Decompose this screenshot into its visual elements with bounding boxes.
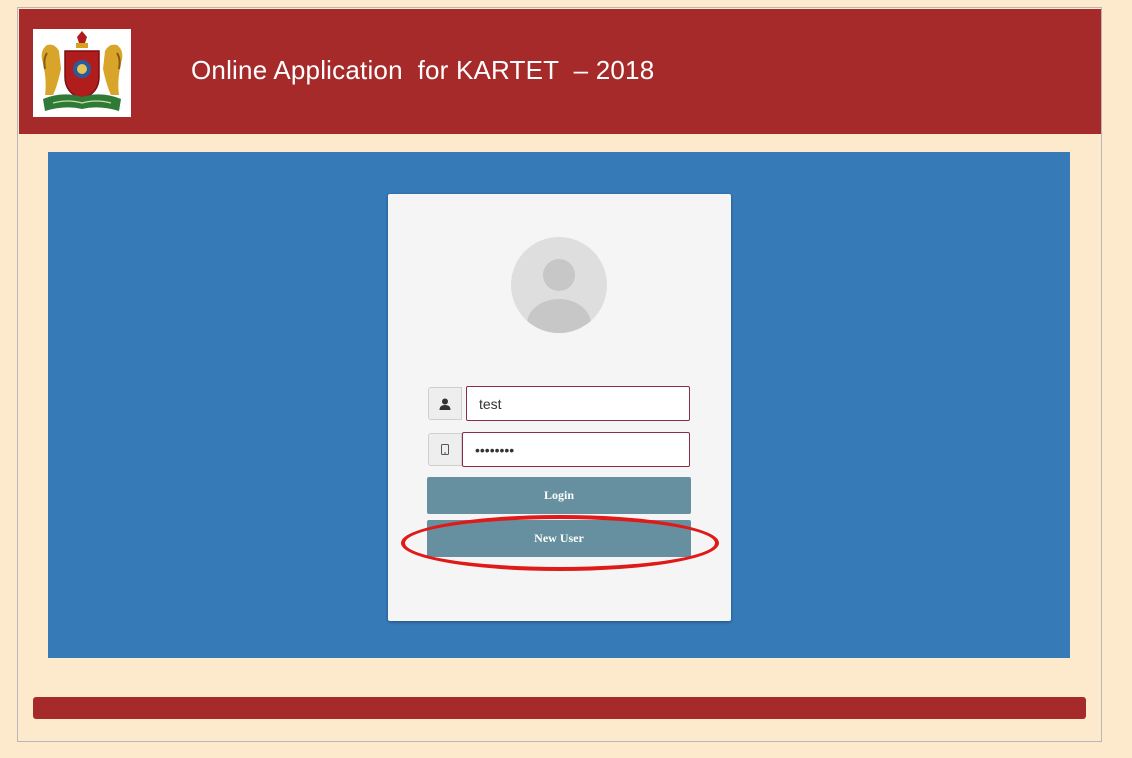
login-card: Login New User [388, 194, 731, 621]
mobile-icon [428, 433, 462, 466]
user-avatar-icon [511, 237, 607, 333]
password-input[interactable] [462, 432, 690, 467]
karnataka-emblem-icon [33, 29, 131, 117]
footer-bar [33, 697, 1086, 719]
user-icon [428, 387, 462, 420]
header-banner: Online Application for KARTET – 2018 [19, 9, 1101, 134]
new-user-button[interactable]: New User [427, 520, 691, 557]
login-button[interactable]: Login [427, 477, 691, 514]
username-input[interactable] [466, 386, 690, 421]
page-title: Online Application for KARTET – 2018 [191, 55, 655, 85]
